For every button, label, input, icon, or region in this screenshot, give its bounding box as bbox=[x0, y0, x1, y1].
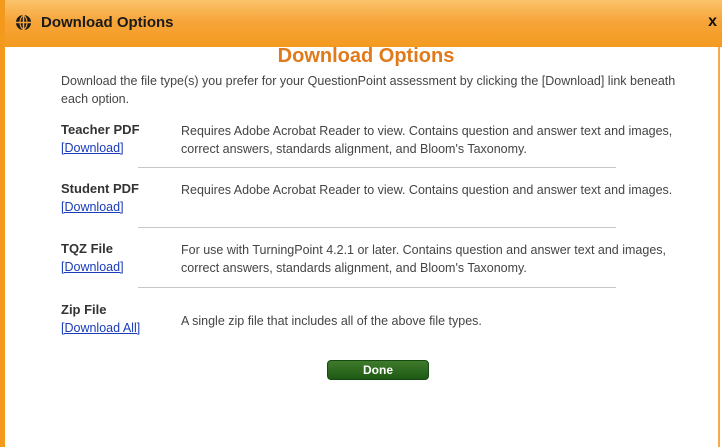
option-name: Zip File bbox=[61, 302, 107, 317]
download-options-dialog: Download Options x Download Options Down… bbox=[0, 0, 722, 447]
done-button[interactable]: Done bbox=[327, 360, 429, 380]
window-title: Download Options bbox=[41, 14, 174, 31]
page-title: Download Options bbox=[277, 45, 455, 67]
option-name: TQZ File bbox=[61, 241, 113, 256]
close-button[interactable]: x bbox=[708, 13, 717, 31]
option-description: Requires Adobe Acrobat Reader to view. C… bbox=[181, 124, 673, 156]
intro-text: Download the file type(s) you prefer for… bbox=[61, 74, 676, 106]
option-description: For use with TurningPoint 4.2.1 or later… bbox=[181, 243, 666, 275]
option-name: Teacher PDF bbox=[61, 122, 140, 137]
globe-icon bbox=[15, 14, 32, 31]
title-bar: Download Options x bbox=[5, 0, 722, 47]
divider bbox=[138, 287, 616, 288]
divider bbox=[138, 167, 616, 168]
download-link[interactable]: [Download] bbox=[61, 200, 124, 214]
divider bbox=[138, 227, 616, 228]
download-link[interactable]: [Download] bbox=[61, 141, 124, 155]
option-description: Requires Adobe Acrobat Reader to view. C… bbox=[181, 183, 673, 197]
download-all-link[interactable]: [Download All] bbox=[61, 321, 140, 335]
option-name: Student PDF bbox=[61, 181, 139, 196]
download-link[interactable]: [Download] bbox=[61, 260, 124, 274]
option-description: A single zip file that includes all of t… bbox=[181, 314, 482, 328]
